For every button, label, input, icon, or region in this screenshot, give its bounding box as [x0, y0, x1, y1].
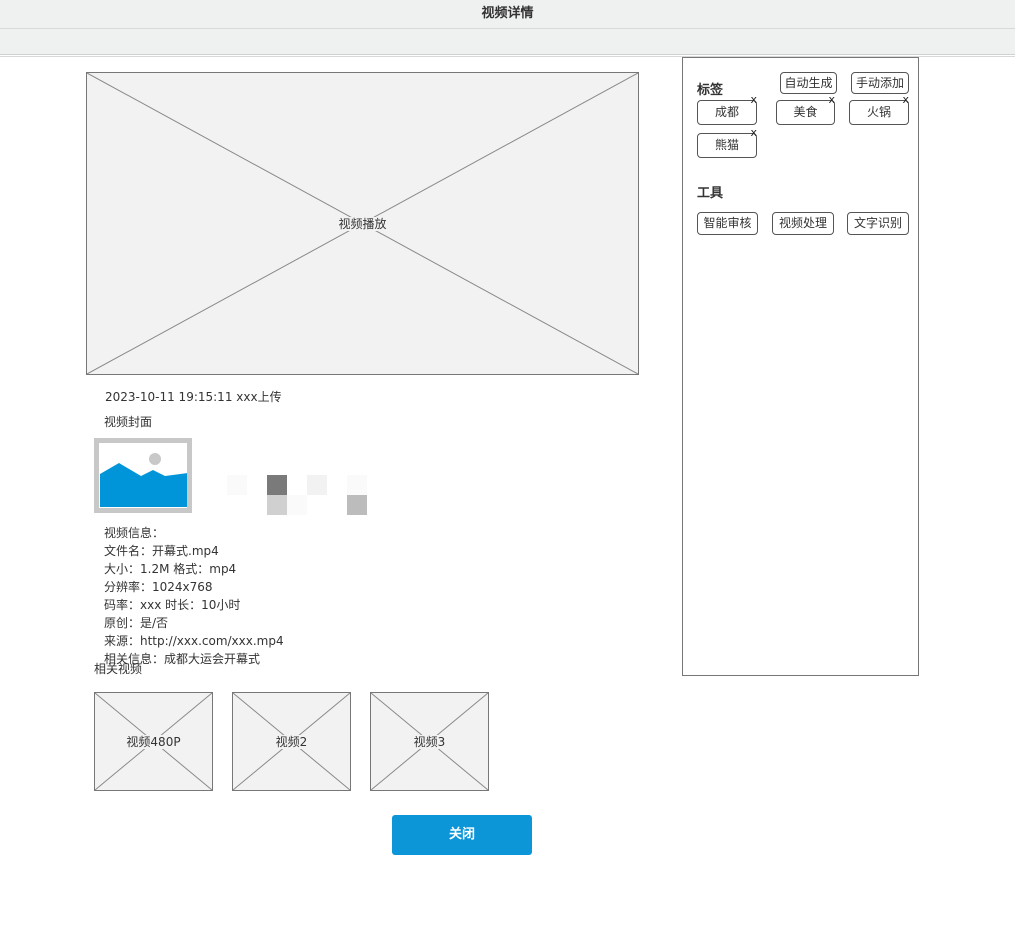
mosaic-block: [267, 495, 287, 515]
mosaic-block: [347, 495, 367, 515]
mosaic-block: [227, 475, 247, 495]
remove-tag-icon[interactable]: x: [750, 94, 757, 106]
text-recognition-button[interactable]: 文字识别: [847, 212, 909, 235]
mosaic-block: [307, 475, 327, 495]
window-title: 视频详情: [0, 0, 1015, 29]
related-video-label: 视频480P: [125, 734, 182, 749]
video-player[interactable]: 视频播放: [86, 72, 639, 375]
related-video-item[interactable]: 视频3: [370, 692, 489, 791]
info-resolution: 分辨率：1024x768: [104, 580, 213, 594]
tag-chip[interactable]: 成都 x: [697, 94, 757, 125]
info-size-format: 大小：1.2M 格式：mp4: [104, 562, 237, 576]
related-video-item[interactable]: 视频480P: [94, 692, 213, 791]
manual-add-button[interactable]: 手动添加: [851, 72, 909, 94]
related-video-label: 视频2: [274, 734, 309, 749]
info-original: 原创：是/否: [104, 616, 169, 630]
tools-title: 工具: [697, 186, 724, 201]
tag-chip[interactable]: 美食 x: [776, 94, 835, 125]
mosaic-block: [347, 475, 367, 495]
image-icon: [100, 453, 187, 507]
info-source: 来源：http://xxx.com/xxx.mp4: [104, 634, 284, 648]
tag-chip[interactable]: 熊猫 x: [697, 127, 757, 158]
related-video-label: 视频3: [412, 734, 447, 749]
upload-info: 2023-10-11 19:15:11 xxx上传: [105, 390, 282, 404]
tag-chip[interactable]: 火锅 x: [849, 94, 909, 125]
remove-tag-icon[interactable]: x: [750, 127, 757, 139]
remove-tag-icon[interactable]: x: [902, 94, 909, 106]
video-processing-button[interactable]: 视频处理: [772, 212, 834, 235]
tag-label: 火锅: [866, 105, 891, 119]
info-filename: 文件名：开幕式.mp4: [104, 544, 219, 558]
close-button[interactable]: 关闭: [392, 815, 532, 855]
related-videos-title: 相关视频: [94, 662, 143, 676]
side-panel: 标签 自动生成 手动添加 成都 x 美食 x 火锅 x 熊猫 x 工具 智能审核…: [682, 57, 919, 676]
video-player-label: 视频播放: [337, 216, 388, 231]
remove-tag-icon[interactable]: x: [828, 94, 835, 106]
auto-generate-button[interactable]: 自动生成: [780, 72, 837, 94]
tag-label: 美食: [793, 105, 818, 119]
related-video-item[interactable]: 视频2: [232, 692, 351, 791]
toolbar: [0, 29, 1015, 55]
mosaic-block: [287, 495, 307, 515]
cover-title: 视频封面: [104, 415, 153, 429]
info-bitrate-duration: 码率：xxx 时长：10小时: [104, 598, 241, 612]
tags-title: 标签: [697, 83, 724, 98]
smart-review-button[interactable]: 智能审核: [697, 212, 758, 235]
cover-thumbnail[interactable]: [94, 438, 192, 513]
tag-label: 熊猫: [714, 138, 739, 152]
video-info: 视频信息： 文件名：开幕式.mp4 大小：1.2M 格式：mp4 分辨率：102…: [104, 524, 284, 668]
mosaic-block: [267, 475, 287, 495]
tag-label: 成都: [714, 105, 739, 119]
info-heading: 视频信息：: [104, 526, 165, 540]
